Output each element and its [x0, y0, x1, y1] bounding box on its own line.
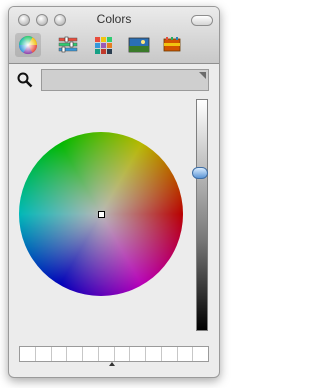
color-wheel-icon	[18, 35, 38, 55]
colors-window: Colors	[8, 6, 220, 378]
color-palettes-icon	[95, 37, 112, 54]
swatch-resize-grip-icon[interactable]	[109, 362, 115, 366]
color-swatch[interactable]	[67, 347, 83, 361]
color-swatch[interactable]	[52, 347, 68, 361]
color-swatch[interactable]	[83, 347, 99, 361]
window-title: Colors	[96, 12, 132, 26]
brightness-slider-knob[interactable]	[192, 167, 208, 179]
resize-corner-icon	[199, 72, 206, 79]
color-sliders-icon	[58, 36, 78, 53]
color-swatch[interactable]	[36, 347, 52, 361]
mode-color-sliders[interactable]	[55, 33, 81, 57]
image-palettes-icon	[128, 37, 150, 53]
color-swatch-strip[interactable]	[19, 346, 209, 362]
color-swatch[interactable]	[193, 347, 208, 361]
crayons-icon	[163, 37, 181, 52]
mode-color-palettes[interactable]	[91, 33, 117, 57]
mode-image-palettes[interactable]	[125, 33, 151, 57]
color-swatch[interactable]	[130, 347, 146, 361]
mode-color-wheel[interactable]	[15, 33, 41, 57]
color-swatch[interactable]	[99, 347, 115, 361]
toolbar-toggle-button[interactable]	[191, 15, 213, 26]
mode-crayons[interactable]	[159, 33, 185, 57]
search-row	[15, 69, 213, 93]
magnifier-icon[interactable]	[17, 72, 33, 88]
color-search-field[interactable]	[41, 69, 209, 91]
color-wheel-cursor[interactable]	[98, 211, 105, 218]
titlebar: Colors	[9, 7, 219, 64]
color-swatch[interactable]	[162, 347, 178, 361]
color-wheel[interactable]	[19, 132, 183, 296]
color-swatch[interactable]	[178, 347, 194, 361]
color-swatch[interactable]	[20, 347, 36, 361]
color-swatch[interactable]	[115, 347, 131, 361]
color-swatch[interactable]	[146, 347, 162, 361]
brightness-slider[interactable]	[196, 99, 208, 331]
